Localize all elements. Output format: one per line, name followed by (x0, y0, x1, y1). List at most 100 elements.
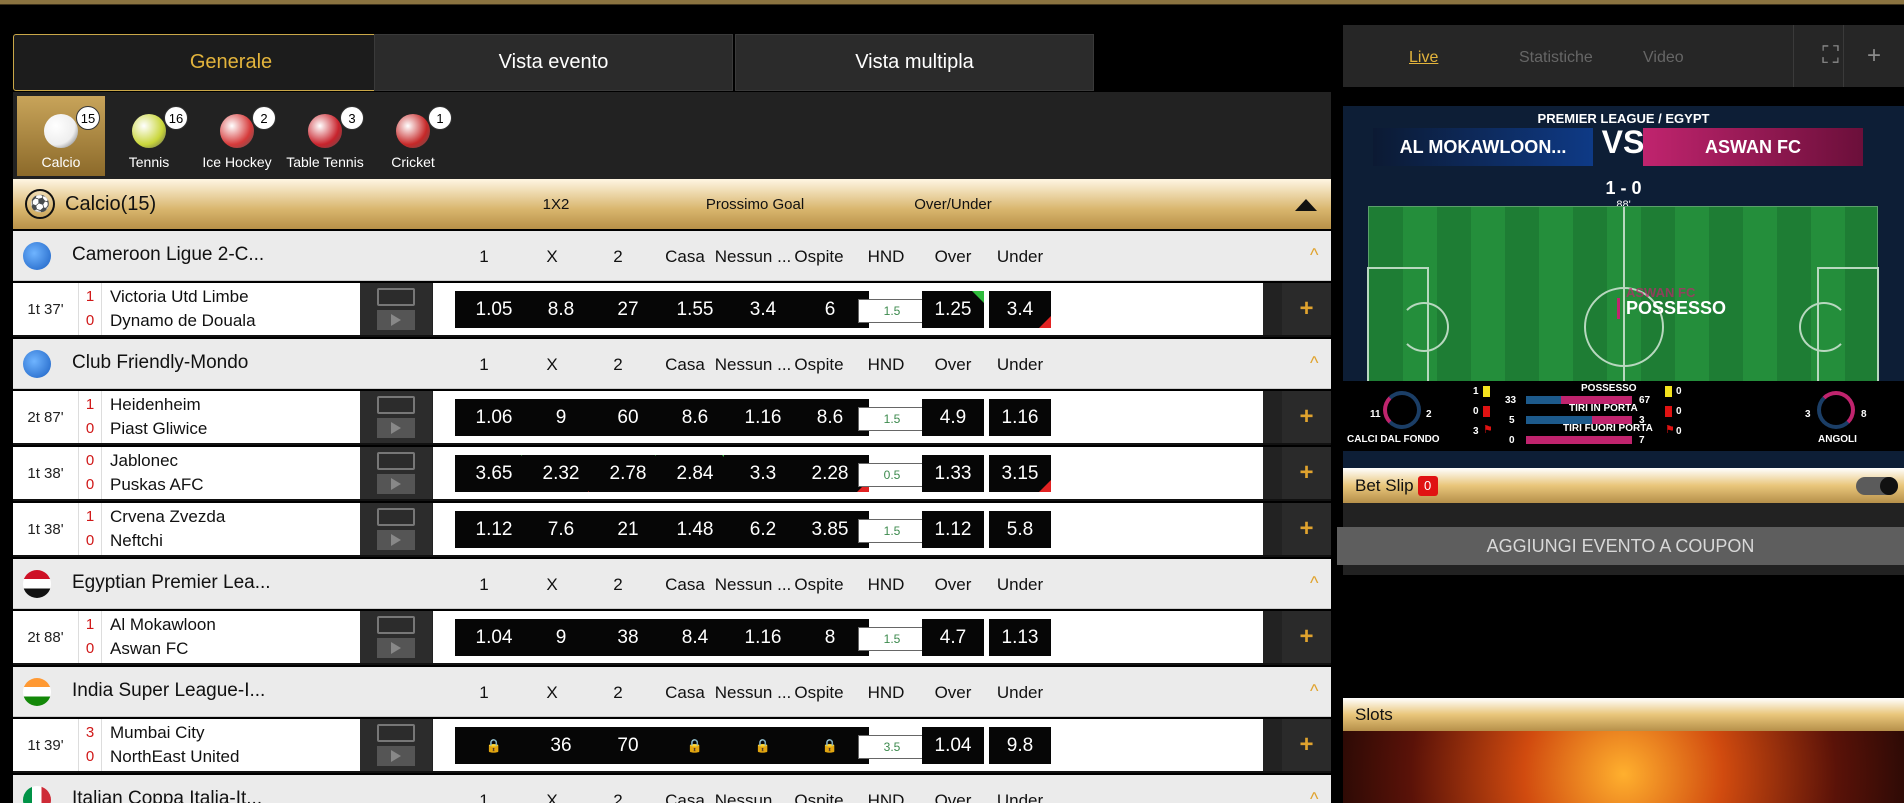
video-play-icon[interactable] (377, 474, 415, 494)
away-score: 0 (85, 532, 95, 549)
tab-vista-evento[interactable]: Vista evento (374, 34, 733, 91)
tab-video[interactable]: Video (1643, 49, 1684, 67)
soccer-ball-icon: ⚽ (25, 189, 55, 219)
add-market-button[interactable]: + (1282, 447, 1331, 499)
match-tracker: PREMIER LEAGUE / EGYPT AL MOKAWLOON... A… (1343, 106, 1904, 486)
odd-button[interactable]: 8.6 (656, 399, 734, 436)
odd-button[interactable]: 1.16 (989, 399, 1051, 436)
red-card-icon (1483, 406, 1490, 417)
field-tracker-icon[interactable] (377, 288, 415, 306)
league-header[interactable]: Egyptian Premier Lea... 1 X 2 Casa Nessun ...… (13, 559, 1331, 609)
odd-button[interactable]: 1.12 (922, 511, 984, 548)
odd-button[interactable]: 9.8 (989, 727, 1051, 764)
home-team: Heidenheim (110, 395, 201, 414)
odd-button[interactable]: 2.84 (656, 455, 734, 492)
tab-statistiche[interactable]: Statistiche (1519, 49, 1593, 67)
field-tracker-icon[interactable] (377, 616, 415, 634)
sport-label: Calcio (41, 154, 81, 170)
match-row: 1t 37' 1 0 Victoria Utd Limbe Dynamo de Doua… (13, 283, 1331, 337)
collapse-section-icon[interactable] (1295, 199, 1317, 211)
market-header: Over (934, 247, 972, 266)
odd-button[interactable]: 8.4 (656, 619, 734, 656)
field-tracker-icon[interactable] (377, 452, 415, 470)
slots-header[interactable]: Slots (1343, 698, 1904, 731)
odd-button[interactable]: 1.33 (922, 455, 984, 492)
sport-count-badge: 15 (76, 106, 100, 130)
video-play-icon[interactable] (377, 638, 415, 658)
add-market-button[interactable]: + (1282, 283, 1331, 335)
sport-calcio[interactable]: 15 Calcio (17, 96, 105, 176)
match-score: 10 (78, 503, 102, 555)
market-header: 1 (479, 247, 489, 266)
chevron-up-icon[interactable]: ^ (1310, 353, 1318, 374)
add-market-button[interactable]: + (1282, 391, 1331, 443)
match-row: 2t 88' 1 0 Al Mokawloon Aswan FC 1.04 9 38 8.4 1.… (13, 611, 1331, 665)
odd-button[interactable]: 4.9 (922, 399, 984, 436)
match-teams[interactable]: Jablonec Puskas AFC (102, 447, 360, 499)
add-market-button[interactable]: + (1282, 611, 1331, 663)
odd-button[interactable]: 4.7 (922, 619, 984, 656)
video-play-icon[interactable] (377, 530, 415, 550)
plus-icon[interactable]: + (1843, 25, 1904, 87)
yellow-card-icon (1483, 386, 1490, 397)
col-1x2: 1X2 (542, 195, 570, 213)
odd-button[interactable]: 1.13 (989, 619, 1051, 656)
add-market-button[interactable]: + (1282, 503, 1331, 555)
match-teams[interactable]: Crvena Zvezda Neftchi (102, 503, 360, 555)
match-teams[interactable]: Victoria Utd Limbe Dynamo de Douala (102, 283, 360, 335)
video-play-icon[interactable] (377, 310, 415, 330)
field-tracker-icon[interactable] (377, 508, 415, 526)
match-teams[interactable]: Al Mokawloon Aswan FC (102, 611, 360, 663)
league-header[interactable]: Club Friendly-Mondo 1 X 2 Casa Nessun ... Ospi… (13, 339, 1331, 389)
chevron-up-icon[interactable]: ^ (1310, 245, 1318, 266)
away-score: 0 (85, 640, 95, 657)
bet-slip-header[interactable]: Bet Slip 0 (1343, 468, 1904, 503)
match-teams[interactable]: Mumbai City NorthEast United (102, 719, 360, 771)
odd-button[interactable]: 3.15 (989, 455, 1051, 492)
goal-kicks-ring (1383, 391, 1421, 429)
slots-banner[interactable] (1343, 731, 1904, 803)
field-tracker-icon[interactable] (377, 724, 415, 742)
odd-button[interactable]: 1.48 (656, 511, 734, 548)
section-title: Calcio(15) (65, 192, 157, 215)
field-tracker-icon[interactable] (377, 396, 415, 414)
home-score: 1 (85, 396, 95, 413)
match-teams[interactable]: Heidenheim Piast Gliwice (102, 391, 360, 443)
match-media (360, 391, 432, 443)
league-name: India Super League-I... (72, 680, 266, 701)
shots-on-label: TIRI IN PORTA (1569, 403, 1638, 414)
chevron-up-icon[interactable]: ^ (1310, 681, 1318, 702)
tab-live[interactable]: Live (1409, 49, 1438, 67)
tab-vista-multipla[interactable]: Vista multipla (735, 34, 1094, 91)
sport-ice-hockey[interactable]: 2 Ice Hockey (193, 96, 281, 176)
odd-button[interactable]: 3.4 (989, 291, 1051, 328)
bet-slip-toggle[interactable] (1856, 477, 1898, 495)
lock-icon[interactable]: 🔒 (656, 727, 734, 764)
league-name: Italian Coppa Italia-It... (72, 788, 263, 803)
video-play-icon[interactable] (377, 746, 415, 766)
chevron-up-icon[interactable]: ^ (1310, 789, 1318, 803)
market-header: Nessun ... (714, 791, 792, 803)
live-tabs: Live Statistiche Video ⛶ + (1343, 25, 1904, 87)
league-header[interactable]: India Super League-I... 1 X 2 Casa Nessun ...… (13, 667, 1331, 717)
yellow-card-icon (1665, 386, 1672, 397)
odd-button[interactable]: 1.55 (656, 291, 734, 328)
globe-icon (23, 242, 51, 270)
odd-button[interactable]: 1.25 (922, 291, 984, 328)
market-header: Under (996, 683, 1044, 702)
league-header[interactable]: Cameroon Ligue 2-C... 1 X 2 Casa Nessun ... Os… (13, 231, 1331, 281)
sport-table-tennis[interactable]: 3 Table Tennis (281, 96, 369, 176)
away-red: 0 (1676, 406, 1682, 417)
video-play-icon[interactable] (377, 418, 415, 438)
possession-away: 67 (1639, 395, 1651, 406)
match-score: 10 (78, 391, 102, 443)
sport-cricket[interactable]: 1 Cricket (369, 96, 457, 176)
chevron-up-icon[interactable]: ^ (1310, 573, 1318, 594)
odd-button[interactable]: 5.8 (989, 511, 1051, 548)
add-market-button[interactable]: + (1282, 719, 1331, 771)
league-header[interactable]: Italian Coppa Italia-It... 1 X 2 Casa Nessun … (13, 775, 1331, 803)
add-event-to-coupon-button[interactable]: AGGIUNGI EVENTO A COUPON (1337, 527, 1904, 565)
sport-tennis[interactable]: 16 Tennis (105, 96, 193, 176)
market-header: HND (867, 683, 905, 702)
odd-button[interactable]: 1.04 (922, 727, 984, 764)
